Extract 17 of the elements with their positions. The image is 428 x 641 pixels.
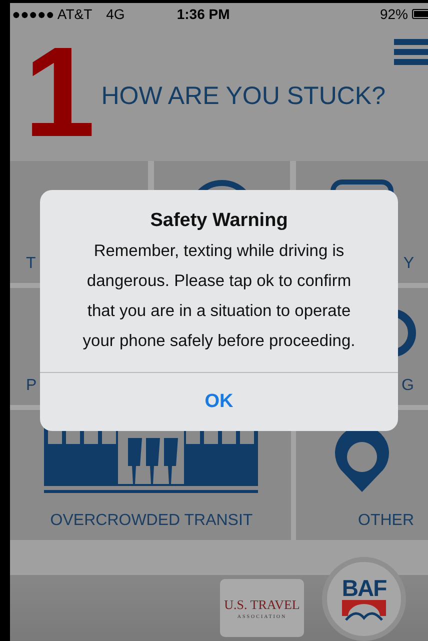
tile-label: G [402, 377, 414, 395]
tile-label: T [26, 255, 36, 273]
network-label: 4G [106, 6, 125, 22]
tile-label: P [26, 377, 37, 395]
badge-logo[interactable]: BAF [322, 557, 406, 641]
tile-label: Y [403, 255, 414, 273]
alert-title: Safety Warning [150, 210, 288, 232]
badge-text: BAF [342, 576, 386, 600]
partner-name: U.S. TRAVEL [224, 596, 300, 612]
step-number: 1 [24, 28, 92, 157]
alert-message: Remember, texting while driving is dangerous. Please tap ok to confirm that you are in a situation to operate your phone safely before proceeding. [82, 241, 356, 352]
page-title: HOW ARE YOU STUCK? [101, 82, 386, 112]
battery-label: 92% [380, 6, 408, 22]
tile-label: OTHER [358, 512, 414, 530]
clock-label: 1:36 PM [176, 6, 230, 22]
carrier-label: ●●●●● AT&T [12, 6, 92, 22]
tile-label: OVERCROWDED TRANSIT [50, 512, 253, 530]
